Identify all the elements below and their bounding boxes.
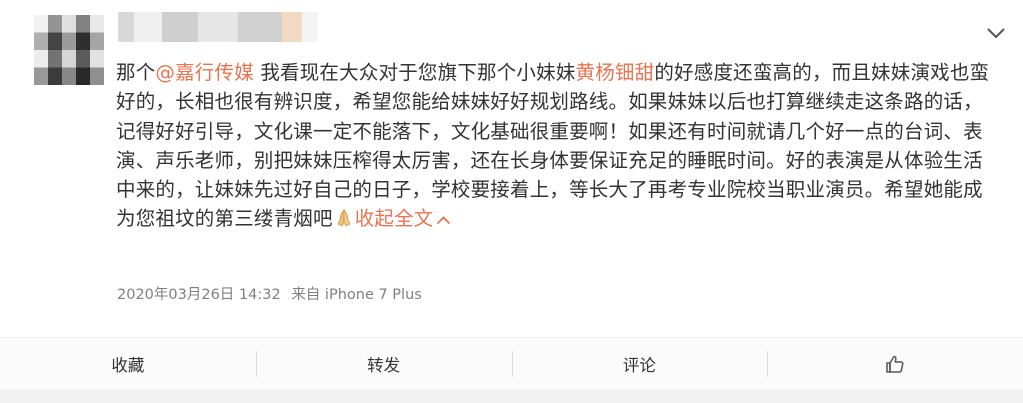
comment-label: 评论 bbox=[622, 356, 656, 375]
celebrity-name-link[interactable]: 黄杨钿甜 bbox=[576, 61, 655, 84]
post-text: 那个@嘉行传媒 我看现在大众对于您旗下那个小妹妹黄杨钿甜的好感度还蛮高的，而且妹… bbox=[116, 58, 1001, 237]
avatar[interactable] bbox=[34, 15, 104, 85]
like-button[interactable] bbox=[767, 338, 1023, 390]
chevron-up-icon bbox=[436, 217, 450, 225]
action-bar: 收藏 转发 评论 bbox=[0, 337, 1023, 390]
post-source: 来自 iPhone 7 Plus bbox=[291, 287, 422, 303]
collapse-full-text-link[interactable]: 收起全文 bbox=[355, 207, 450, 230]
post-text-part: 我看现在大众对于您旗下那个小妹妹 bbox=[253, 61, 576, 84]
mention-link[interactable]: @嘉行传媒 bbox=[155, 61, 254, 84]
card-bottom-gap bbox=[0, 389, 1023, 403]
repost-label: 转发 bbox=[367, 356, 401, 375]
praying-hands-icon bbox=[335, 207, 353, 236]
collapse-label: 收起全文 bbox=[354, 207, 434, 231]
favorite-label: 收藏 bbox=[111, 356, 145, 375]
comment-button[interactable]: 评论 bbox=[511, 338, 768, 390]
user-name-blurred[interactable] bbox=[118, 12, 318, 42]
weibo-post-card: 那个@嘉行传媒 我看现在大众对于您旗下那个小妹妹黄杨钿甜的好感度还蛮高的，而且妹… bbox=[0, 0, 1023, 403]
chevron-down-icon bbox=[987, 28, 1005, 38]
favorite-button[interactable]: 收藏 bbox=[0, 338, 256, 390]
post-text-part: 的好感度还蛮高的，而且妹妹演戏也蛮好的，长相也很有辨识度，希望您能给妹妹好好规划… bbox=[116, 61, 990, 231]
more-options-button[interactable] bbox=[983, 20, 1009, 46]
thumbs-up-icon bbox=[886, 355, 904, 373]
post-text-part: 那个 bbox=[116, 61, 156, 84]
repost-button[interactable]: 转发 bbox=[255, 338, 512, 390]
post-meta: 2020年03月26日 14:32 来自 iPhone 7 Plus bbox=[117, 283, 422, 304]
post-timestamp[interactable]: 2020年03月26日 14:32 bbox=[117, 287, 281, 303]
